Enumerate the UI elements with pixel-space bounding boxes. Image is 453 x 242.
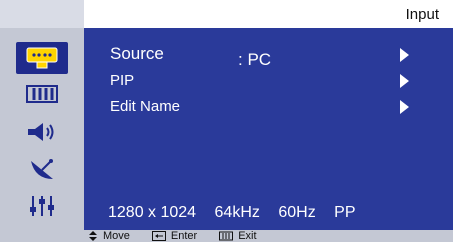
menu-item-label: Edit Name xyxy=(110,98,181,115)
settings-icon[interactable] xyxy=(20,192,64,220)
hint-move: Move xyxy=(88,230,130,242)
osd-footer: Move Enter Exit xyxy=(0,230,453,242)
move-label: Move xyxy=(103,230,130,242)
menu-item-label: Source xyxy=(110,44,164,63)
vfreq-text: 60Hz xyxy=(278,204,316,221)
menu-icon xyxy=(219,231,234,241)
updown-arrow-icon xyxy=(89,231,97,241)
exit-label: Exit xyxy=(238,230,257,242)
osd-window: Input Source: PC PIP Edit Name 1280 x 1… xyxy=(0,0,453,242)
menu-item-source[interactable]: Source xyxy=(110,44,164,64)
menu-item-edit-name[interactable]: Edit Name xyxy=(110,98,180,116)
input-icon[interactable] xyxy=(16,42,68,74)
menu-item-label: PIP xyxy=(110,72,135,89)
picture-icon[interactable] xyxy=(20,80,64,108)
osd-header: Input xyxy=(0,0,453,28)
mode-text: PP xyxy=(334,204,356,221)
osd-sidebar xyxy=(0,28,84,230)
key-hints: Move Enter Exit xyxy=(88,230,257,242)
resolution-text: 1280 x 1024 xyxy=(108,204,197,221)
enter-label: Enter xyxy=(170,230,198,242)
menu-title: Input xyxy=(405,6,439,23)
sound-icon[interactable] xyxy=(20,118,64,146)
hint-enter: Enter xyxy=(151,230,198,242)
chevron-right-icon[interactable] xyxy=(400,100,409,114)
source-value: : PC xyxy=(238,50,272,69)
hint-exit: Exit xyxy=(219,230,257,242)
chevron-right-icon[interactable] xyxy=(400,48,409,62)
hfreq-text: 64kHz xyxy=(214,204,260,221)
signal-status: 1280 x 1024 64kHz 60Hz PP xyxy=(108,204,370,222)
menu-item-pip[interactable]: PIP xyxy=(110,72,134,90)
enter-icon xyxy=(151,231,166,241)
header-corner xyxy=(0,0,84,28)
chevron-right-icon[interactable] xyxy=(400,74,409,88)
satellite-icon[interactable] xyxy=(20,156,64,184)
menu-panel: Source : PC PIP Edit Name 1280 x 1024 64… xyxy=(84,28,453,230)
